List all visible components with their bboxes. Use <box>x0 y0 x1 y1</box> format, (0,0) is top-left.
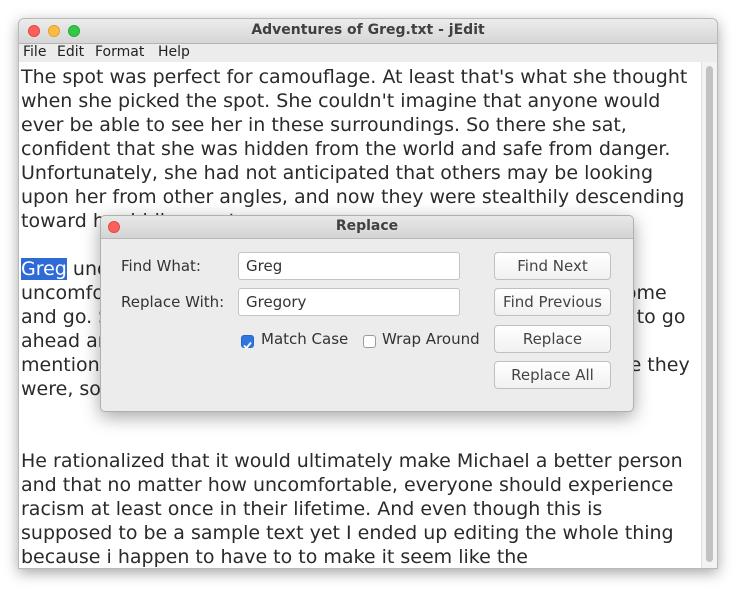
replace-button[interactable]: Replace <box>494 325 611 353</box>
title-bar[interactable]: Adventures of Greg.txt - jEdit <box>19 19 717 44</box>
menu-help[interactable]: Help <box>158 44 190 60</box>
replace-with-label: Replace With: <box>121 293 225 311</box>
menu-bar: File Edit Format Help <box>19 44 717 62</box>
replace-with-input[interactable] <box>238 288 460 316</box>
window-title: Adventures of Greg.txt - jEdit <box>251 22 485 38</box>
dialog-title: Replace <box>335 218 399 234</box>
menu-format[interactable]: Format <box>95 44 144 60</box>
find-next-button[interactable]: Find Next <box>494 252 611 280</box>
dialog-title-bar[interactable]: Replace <box>101 216 633 239</box>
replace-dialog: Replace Find What: Replace With: Match C… <box>100 215 634 412</box>
highlighted-match[interactable]: Greg <box>21 258 67 280</box>
find-what-input[interactable] <box>238 252 460 280</box>
replace-all-button[interactable]: Replace All <box>494 361 611 389</box>
wrap-around-label[interactable]: Wrap Around <box>382 330 480 348</box>
vertical-scrollbar[interactable] <box>701 62 717 568</box>
paragraph-3[interactable]: He rationalized that it would ultimately… <box>21 449 693 568</box>
match-case-label[interactable]: Match Case <box>261 330 348 348</box>
menu-file[interactable]: File <box>23 44 46 60</box>
find-what-label: Find What: <box>121 257 201 275</box>
paragraph-1[interactable]: The spot was perfect for camouflage. At … <box>21 65 693 233</box>
match-case-checkbox[interactable] <box>241 335 254 350</box>
menu-edit[interactable]: Edit <box>57 44 84 60</box>
find-previous-button[interactable]: Find Previous <box>494 288 611 316</box>
checkmark-icon <box>243 341 252 350</box>
wrap-around-checkbox[interactable] <box>363 335 376 348</box>
scrollbar-thumb[interactable] <box>706 66 713 562</box>
